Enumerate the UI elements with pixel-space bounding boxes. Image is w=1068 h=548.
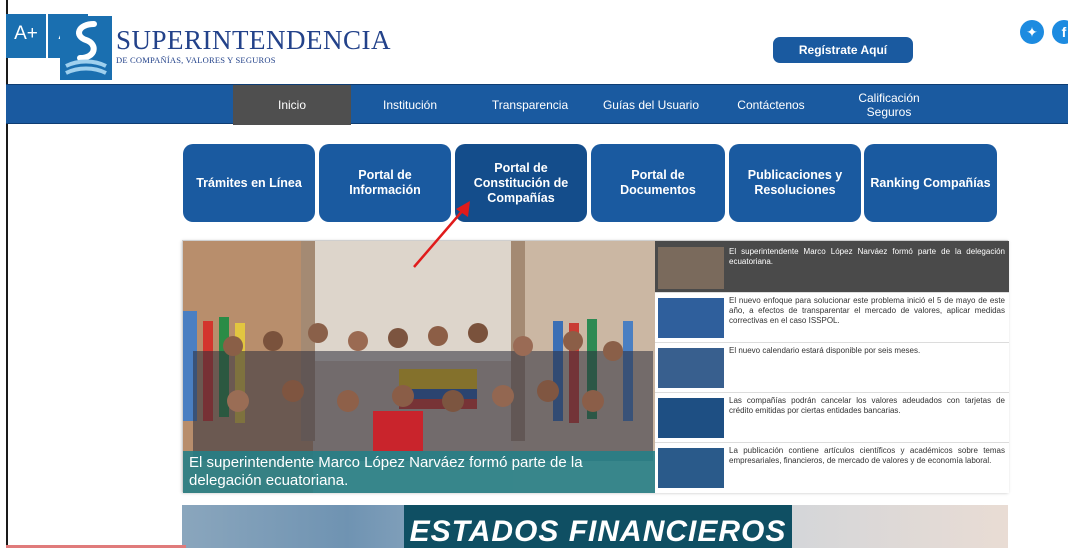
- nav-item-institucion[interactable]: Institución: [360, 85, 460, 125]
- news-item-text: La publicación contiene artículos cientí…: [729, 446, 1005, 465]
- news-item[interactable]: La publicación contiene artículos cientí…: [655, 443, 1009, 493]
- news-item-text: El nuevo calendario estará disponible po…: [729, 346, 921, 355]
- news-item[interactable]: El superintendente Marco López Narváez f…: [655, 241, 1009, 293]
- tile-portal-documentos[interactable]: Portal de Documentos: [591, 144, 725, 222]
- brand-title: SUPERINTENDENCIA: [116, 25, 391, 55]
- news-thumbnail: [658, 398, 724, 438]
- financial-statements-banner[interactable]: ESTADOS FINANCIEROS: [182, 505, 1008, 548]
- news-item-text: El nuevo enfoque para solucionar este pr…: [729, 296, 1005, 325]
- news-list: El superintendente Marco López Narváez f…: [655, 241, 1009, 493]
- brand-subtitle: DE COMPAÑÍAS, VALORES Y SEGUROS: [116, 55, 276, 65]
- news-thumbnail: [658, 348, 724, 388]
- news-item[interactable]: Las compañías podrán cancelar los valore…: [655, 393, 1009, 443]
- main-nav: Inicio Institución Transparencia Guías d…: [6, 84, 1068, 125]
- news-thumbnail: [658, 448, 724, 488]
- news-item-text: El superintendente Marco López Narváez f…: [729, 247, 1005, 266]
- nav-item-guias[interactable]: Guías del Usuario: [596, 85, 706, 125]
- news-carousel: El superintendente Marco López Narváez f…: [182, 240, 1009, 493]
- tile-tramites-en-linea[interactable]: Trámites en Línea: [183, 144, 315, 222]
- font-increase-button[interactable]: A+: [6, 14, 46, 58]
- news-photo[interactable]: El superintendente Marco López Narváez f…: [183, 241, 655, 493]
- nav-item-transparencia[interactable]: Transparencia: [480, 85, 580, 125]
- register-button[interactable]: Regístrate Aquí: [773, 37, 913, 63]
- news-item[interactable]: El nuevo calendario estará disponible po…: [655, 343, 1009, 393]
- news-item[interactable]: El nuevo enfoque para solucionar este pr…: [655, 293, 1009, 343]
- tile-publicaciones-resoluciones[interactable]: Publicaciones y Resoluciones: [729, 144, 861, 222]
- annotation-arrow-icon: [413, 201, 470, 268]
- news-item-text: Las compañías podrán cancelar los valore…: [729, 396, 1005, 415]
- tile-ranking-companias[interactable]: Ranking Compañías: [864, 144, 997, 222]
- supercias-logo-icon[interactable]: [60, 16, 112, 80]
- nav-item-contactenos[interactable]: Contáctenos: [721, 85, 821, 125]
- nav-item-calificacion-seguros[interactable]: Calificación Seguros: [849, 85, 929, 125]
- news-thumbnail: [658, 298, 724, 338]
- brand-name[interactable]: SUPERINTENDENCIA DE COMPAÑÍAS, VALORES Y…: [116, 25, 391, 65]
- news-thumbnail: [658, 247, 724, 289]
- news-caption[interactable]: El superintendente Marco López Narváez f…: [183, 451, 655, 493]
- banner-title: ESTADOS FINANCIEROS: [409, 515, 787, 548]
- nav-item-inicio[interactable]: Inicio: [233, 85, 351, 125]
- twitter-icon[interactable]: ✦: [1020, 20, 1044, 44]
